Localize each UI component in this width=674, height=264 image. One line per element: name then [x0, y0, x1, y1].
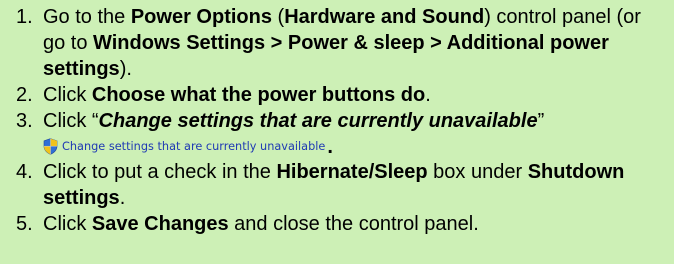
step-text-segment: box under — [427, 161, 528, 183]
step-text-segment: ” — [537, 110, 545, 132]
step-text-segment: Click to put a check in the — [43, 161, 277, 183]
change-settings-link-example[interactable]: Change settings that are currently unava… — [43, 135, 668, 158]
step-text-segment: Click “ — [43, 110, 99, 132]
save-changes-label: Save Changes — [91, 213, 229, 235]
hardware-and-sound-label: Hardware and Sound — [284, 6, 485, 28]
step-number: 1. — [16, 6, 33, 28]
hibernate-sleep-label: Hibernate/Sleep — [276, 161, 428, 183]
step-text-segment: and close the control panel. — [228, 213, 479, 235]
step-text: Click to put a check in the Hibernate/Sl… — [43, 161, 624, 209]
step-text-segment: Click — [43, 84, 92, 106]
change-settings-label: Change settings that are currently unava… — [98, 110, 538, 132]
change-settings-link[interactable]: Change settings that are currently unava… — [62, 134, 325, 160]
step-text-segment: . — [119, 187, 126, 209]
step-number: 2. — [16, 84, 33, 106]
step-text-segment: ). — [119, 58, 132, 80]
step-text: Click “Change settings that are currentl… — [43, 110, 544, 132]
list-item: 2. Click Choose what the power buttons d… — [0, 82, 674, 108]
list-item: 5. Click Save Changes and close the cont… — [0, 211, 674, 237]
step-text-segment: ( — [271, 6, 285, 28]
step-text-segment: . — [425, 84, 431, 106]
step-text: Click Save Changes and close the control… — [43, 213, 479, 235]
link-trailing-period: . — [327, 135, 333, 158]
list-item: 1. Go to the Power Options (Hardware and… — [0, 4, 674, 82]
step-text: Go to the Power Options (Hardware and So… — [43, 6, 641, 80]
step-text: Click Choose what the power buttons do. — [43, 84, 431, 106]
list-item: 3. Click “Change settings that are curre… — [0, 108, 674, 158]
step-number: 3. — [16, 110, 33, 132]
instruction-list: 1. Go to the Power Options (Hardware and… — [0, 0, 674, 237]
step-number: 5. — [16, 213, 33, 235]
step-text-segment: Click — [43, 213, 92, 235]
power-options-label: Power Options — [130, 6, 272, 28]
uac-shield-icon — [43, 138, 58, 155]
step-text-segment: Go to the — [43, 6, 131, 28]
list-item: 4. Click to put a check in the Hibernate… — [0, 159, 674, 211]
step-number: 4. — [16, 161, 33, 183]
choose-power-buttons-label: Choose what the power buttons do — [91, 84, 426, 106]
